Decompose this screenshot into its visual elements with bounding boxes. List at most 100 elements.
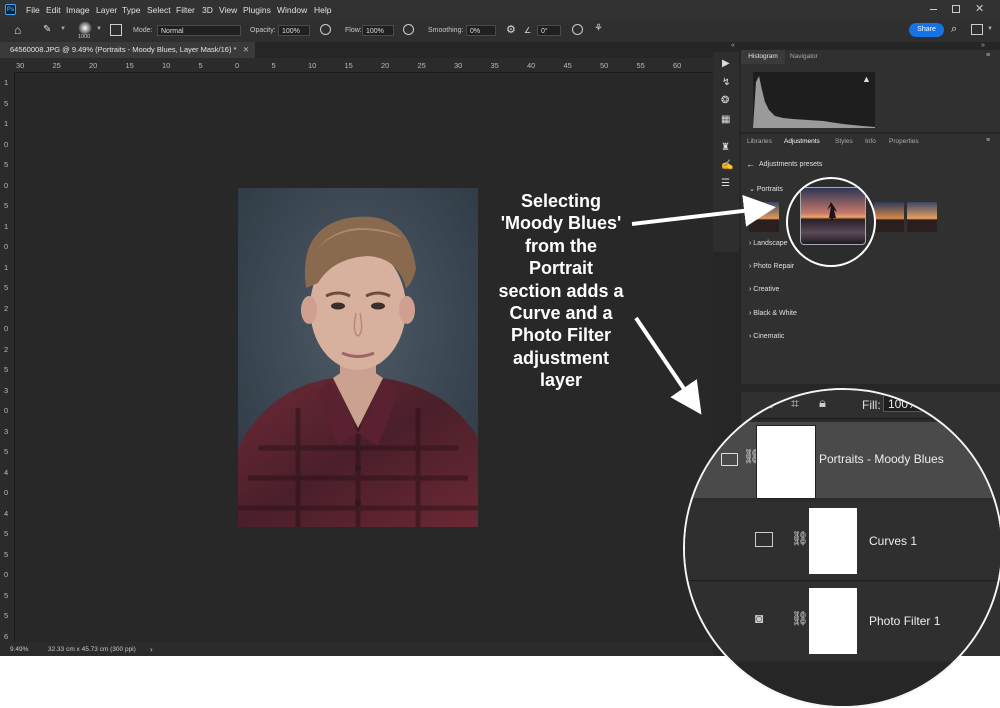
fill-label: Fill: (862, 398, 881, 412)
menu-plugins[interactable]: Plugins (243, 5, 271, 15)
menu-view[interactable]: View (219, 5, 237, 15)
photo-filter-mask-thumb[interactable] (809, 588, 857, 654)
play-icon[interactable]: ▶ (722, 58, 730, 69)
ruler-horizontal[interactable]: 30252015105051015202530354045505560 (0, 58, 713, 73)
preset-thumb-2[interactable] (874, 202, 904, 232)
tab-navigator[interactable]: Navigator (790, 50, 818, 64)
category-photo-repair[interactable]: › Photo Repair (749, 263, 794, 270)
ruler-tick-label: 0 (4, 181, 8, 190)
crop-lock-icon[interactable]: ⌗ (791, 395, 799, 412)
group-layer-name[interactable]: Portraits - Moody Blues (819, 452, 944, 466)
document-tab[interactable]: 64560008.JPG @ 9.49% (Portraits - Moody … (0, 42, 255, 58)
tab-info[interactable]: Info (865, 138, 876, 145)
airbrush-icon[interactable] (403, 24, 414, 35)
warning-icon[interactable]: ▲ (862, 74, 871, 84)
ruler-tick-label: 6 (4, 632, 8, 641)
preset-thumb-3[interactable] (907, 202, 937, 232)
brush-tool-icon[interactable]: ✎ (43, 24, 51, 35)
layer-row-photo-filter[interactable]: ◙ ⛓ Photo Filter 1 (685, 582, 1000, 660)
flow-field[interactable]: 100% (362, 25, 394, 36)
menu-type[interactable]: Type (122, 5, 140, 15)
smoothing-field[interactable]: 0% (466, 25, 496, 36)
curves-layer-name[interactable]: Curves 1 (869, 534, 917, 548)
color-icon[interactable]: ❂ (721, 95, 729, 106)
workspace-icon[interactable] (971, 24, 983, 35)
layer-mask-thumb[interactable] (757, 426, 815, 498)
menu-filter[interactable]: Filter (176, 5, 195, 15)
ruler-vertical[interactable]: 1510505101520253035404550556 (0, 72, 15, 642)
link-icon[interactable]: ⛓ (791, 530, 809, 547)
fill-field[interactable]: 100% (883, 394, 929, 412)
collapse-icon[interactable]: « (731, 42, 735, 49)
angle-icon[interactable]: ∠ (524, 26, 531, 35)
layer-row-curves[interactable]: ◉ ⛓ Curves 1 (685, 502, 1000, 581)
angle-field[interactable]: 0° (537, 25, 561, 36)
menu-layer[interactable]: Layer (96, 5, 117, 15)
pressure-opacity-icon[interactable] (320, 24, 331, 35)
mode-select[interactable]: Normal (157, 25, 241, 36)
category-landscape[interactable]: › Landscape (749, 240, 788, 247)
tab-histogram[interactable]: Histogram (741, 50, 785, 64)
chevron-down-icon[interactable]: ⌄ (705, 450, 715, 464)
menu-file[interactable]: File (26, 5, 40, 15)
menu-window[interactable]: Window (277, 5, 307, 15)
share-button[interactable]: Share (909, 23, 944, 37)
maximize-icon[interactable] (952, 5, 960, 13)
move-lock-icon[interactable]: ✥ (765, 394, 778, 412)
stamp-icon[interactable]: ♜ (721, 142, 730, 153)
menu-3d[interactable]: 3D (202, 5, 213, 15)
category-portraits[interactable]: ⌄ Portraits (749, 185, 783, 193)
search-icon[interactable]: ⌕ (951, 23, 957, 36)
lock-icon[interactable]: 🔒︎ (819, 395, 826, 411)
preset-thumb-1[interactable] (749, 202, 779, 232)
ruler-tick-label: 5 (199, 61, 203, 70)
close-tab-icon[interactable]: ✕ (243, 42, 249, 58)
sliders-icon[interactable]: ☰ (721, 178, 730, 189)
category-cinematic[interactable]: › Cinematic (749, 333, 784, 340)
tab-styles[interactable]: Styles (835, 138, 853, 145)
chevron-down-icon[interactable]: ▼ (987, 26, 993, 32)
brush-preview[interactable] (78, 21, 92, 35)
brush-lock-icon[interactable]: ✎ (735, 396, 746, 412)
tab-adjustments[interactable]: Adjustments (784, 138, 820, 145)
panel-menu-icon[interactable]: ≡ (986, 52, 990, 59)
brush-panel-icon[interactable] (110, 24, 122, 36)
ruler-tick-label: 50 (600, 61, 608, 70)
zoom-level[interactable]: 9.49% (10, 646, 28, 653)
category-black-white[interactable]: › Black & White (749, 310, 797, 317)
chevron-down-icon[interactable]: ▼ (96, 26, 102, 32)
gear-icon[interactable]: ⚙ (506, 23, 516, 36)
expand-icon[interactable]: » (981, 42, 985, 49)
chevron-down-icon[interactable]: ▼ (60, 26, 66, 32)
link-icon[interactable]: ⛓ (791, 610, 809, 627)
menu-select[interactable]: Select (147, 5, 171, 15)
tab-properties[interactable]: Properties (889, 138, 919, 145)
layer-row-group[interactable]: ⌄ ⛓ Portraits - Moody Blues (685, 422, 1000, 498)
tab-libraries[interactable]: Libraries (747, 138, 772, 145)
photo-filter-layer-name[interactable]: Photo Filter 1 (869, 614, 940, 628)
brush-settings-icon[interactable]: ✍ (721, 160, 733, 171)
swatches-icon[interactable]: ▦ (721, 114, 730, 125)
ruler-tick-label: 10 (162, 61, 170, 70)
curves-icon (755, 532, 773, 547)
menu-edit[interactable]: Edit (46, 5, 61, 15)
annotation-line: Photo Filter (476, 324, 646, 346)
curves-mask-thumb[interactable] (809, 508, 857, 574)
ruler-tick-label: 0 (4, 140, 8, 149)
category-creative[interactable]: › Creative (749, 286, 779, 293)
panel-menu-icon[interactable]: ≡ (986, 137, 990, 144)
ruler-tick-label: 0 (4, 242, 8, 251)
menu-image[interactable]: Image (66, 5, 90, 15)
minimize-icon[interactable] (930, 9, 937, 10)
symmetry-icon[interactable]: ⚘ (594, 23, 603, 34)
chevron-right-icon[interactable]: › (150, 645, 153, 654)
opacity-field[interactable]: 100% (278, 25, 310, 36)
history-icon[interactable]: ↯ (722, 77, 730, 88)
portrait-photo[interactable] (238, 188, 478, 527)
pressure-size-icon[interactable] (572, 24, 583, 35)
close-icon[interactable]: ✕ (975, 2, 984, 15)
preset-moody-blues[interactable] (800, 187, 866, 245)
back-arrow-icon[interactable]: ← (746, 159, 755, 169)
menu-help[interactable]: Help (314, 5, 331, 15)
home-icon[interactable]: ⌂ (14, 23, 21, 37)
